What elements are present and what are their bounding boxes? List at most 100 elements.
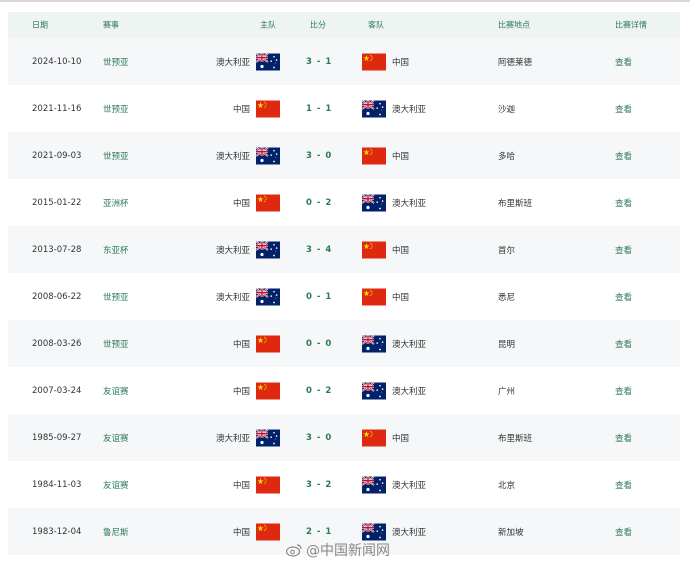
view-details-link[interactable]: 查看 [615,197,632,209]
competition-link[interactable]: 东亚杯 [103,244,129,256]
home-flag [256,288,280,305]
match-history-table: 日期 赛事 主队 比分 客队 比赛地点 比赛详情 2024-10-10 世预亚 澳大… [8,12,680,555]
australia-flag-icon [256,288,280,305]
australia-flag-icon [256,429,280,446]
competition-link[interactable]: 世预亚 [103,56,129,68]
away-flag [362,147,386,164]
home-team: 中国 [232,104,250,115]
match-date: 1985-09-27 [32,432,82,443]
china-flag-icon [256,476,280,493]
match-date: 1983-12-04 [32,526,82,537]
table-row: 2008-06-22 世预亚 澳大利亚 0 - 1 中国 悉尼 查看 [8,273,680,320]
australia-flag-icon [362,523,386,540]
competition-link[interactable]: 世预亚 [103,150,129,162]
competition-link[interactable]: 友谊赛 [103,432,129,444]
table-row: 2021-09-03 世预亚 澳大利亚 3 - 0 中国 多哈 查看 [8,132,680,179]
table-row: 2007-03-24 友谊赛 中国 0 - 2 澳大利亚 广州 查看 [8,367,680,414]
match-date: 2013-07-28 [32,244,82,255]
home-flag [256,53,280,70]
away-flag [362,241,386,258]
match-venue: 首尔 [498,245,516,256]
competition-link[interactable]: 世预亚 [103,291,129,303]
match-date: 2008-06-22 [32,291,82,302]
match-date: 2024-10-10 [32,56,82,67]
match-venue: 广州 [498,386,516,397]
home-team: 澳大利亚 [215,433,250,444]
view-details-link[interactable]: 查看 [615,291,632,303]
table-row: 1984-11-03 友谊赛 中国 3 - 2 澳大利亚 北京 查看 [8,461,680,508]
home-team: 中国 [232,386,250,397]
view-details-link[interactable]: 查看 [615,338,632,350]
australia-flag-icon [256,241,280,258]
match-venue: 北京 [498,480,516,491]
match-venue: 阿德莱德 [498,57,533,68]
match-venue: 沙迦 [498,104,516,115]
view-details-link[interactable]: 查看 [615,56,632,68]
match-score: 3 - 4 [306,244,333,255]
table-row: 2013-07-28 东亚杯 澳大利亚 3 - 4 中国 首尔 查看 [8,226,680,273]
watermark-text: @中国新闻网 [306,543,390,559]
match-venue: 布里斯班 [498,198,533,209]
australia-flag-icon [362,100,386,117]
away-team: 澳大利亚 [392,527,427,538]
header-date: 日期 [32,20,48,30]
away-team: 中国 [392,151,410,162]
australia-flag-icon [362,194,386,211]
match-score: 0 - 2 [306,385,333,396]
table-row: 2024-10-10 世预亚 澳大利亚 3 - 1 中国 阿德莱德 查看 [8,38,680,85]
view-details-link[interactable]: 查看 [615,244,632,256]
away-team: 澳大利亚 [392,198,427,209]
view-details-link[interactable]: 查看 [615,479,632,491]
table-header: 日期 赛事 主队 比分 客队 比赛地点 比赛详情 [8,12,680,38]
header-competition: 赛事 [103,20,119,30]
match-score: 3 - 2 [306,479,333,490]
australia-flag-icon [256,53,280,70]
match-venue: 昆明 [498,339,516,350]
competition-link[interactable]: 亚洲杯 [103,197,129,209]
view-details-link[interactable]: 查看 [615,150,632,162]
match-date: 2015-01-22 [32,197,82,208]
away-team: 澳大利亚 [392,480,427,491]
top-divider [0,0,690,2]
match-venue: 布里斯班 [498,433,533,444]
home-flag [256,476,280,493]
home-flag [256,429,280,446]
match-date: 2008-03-26 [32,338,82,349]
competition-link[interactable]: 友谊赛 [103,479,129,491]
china-flag-icon [362,241,386,258]
china-flag-icon [256,523,280,540]
match-venue: 悉尼 [498,292,516,303]
china-flag-icon [362,429,386,446]
match-venue: 新加坡 [498,527,524,538]
view-details-link[interactable]: 查看 [615,103,632,115]
table-body: 2024-10-10 世预亚 澳大利亚 3 - 1 中国 阿德莱德 查看 2021-11-16… [8,38,680,555]
competition-link[interactable]: 友谊赛 [103,385,129,397]
match-score: 3 - 0 [306,150,333,161]
home-flag [256,194,280,211]
table-row: 1985-09-27 友谊赛 澳大利亚 3 - 0 中国 布里斯班 查看 [8,414,680,461]
match-date: 2007-03-24 [32,385,82,396]
australia-flag-icon [362,476,386,493]
china-flag-icon [362,53,386,70]
match-venue: 多哈 [498,151,516,162]
competition-link[interactable]: 世预亚 [103,103,129,115]
away-flag [362,523,386,540]
china-flag-icon [256,382,280,399]
competition-link[interactable]: 世预亚 [103,338,129,350]
weibo-icon [286,544,302,557]
home-team: 澳大利亚 [215,245,250,256]
view-details-link[interactable]: 查看 [615,385,632,397]
match-date: 2021-09-03 [32,150,82,161]
china-flag-icon [256,100,280,117]
home-flag [256,241,280,258]
header-home: 主队 [260,20,276,30]
home-flag [256,335,280,352]
away-team: 中国 [392,292,410,303]
view-details-link[interactable]: 查看 [615,432,632,444]
away-team: 中国 [392,245,410,256]
table-row: 2008-03-26 世预亚 中国 0 - 0 澳大利亚 昆明 查看 [8,320,680,367]
china-flag-icon [256,194,280,211]
header-detail: 比赛详情 [615,20,647,30]
competition-link[interactable]: 鲁尼斯 [103,526,129,538]
view-details-link[interactable]: 查看 [615,526,632,538]
